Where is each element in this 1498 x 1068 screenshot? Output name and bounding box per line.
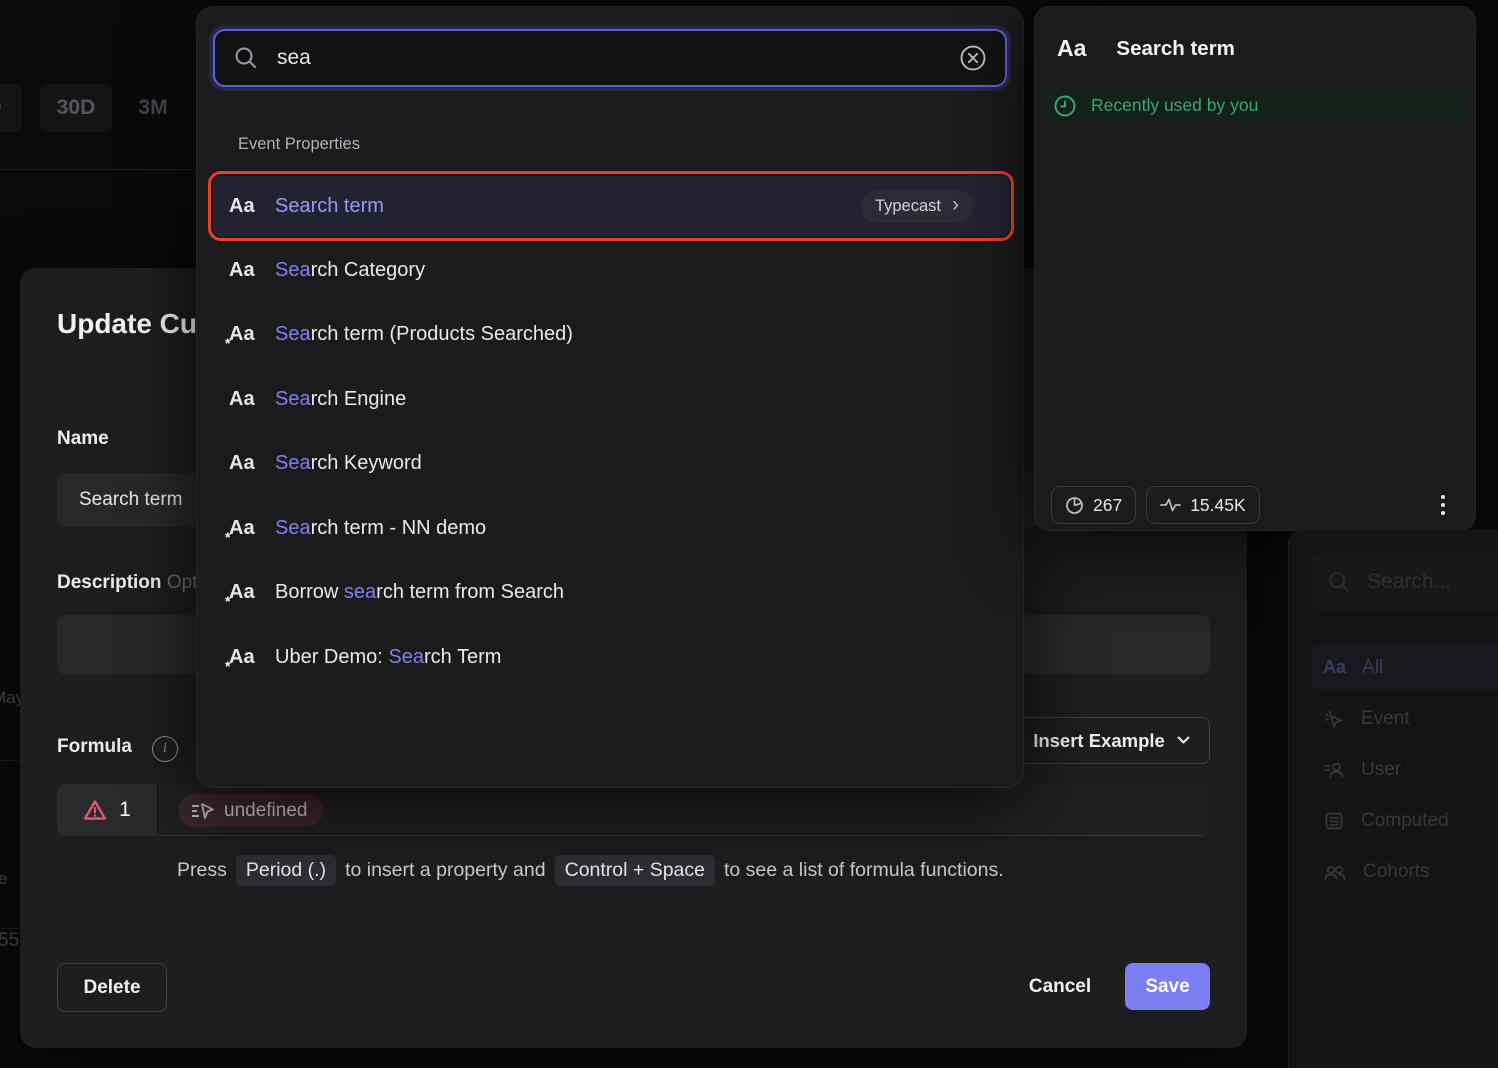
recently-used-banner: Recently used by you bbox=[1043, 88, 1467, 123]
property-row-search-term[interactable]: Aa Search term Typecast › bbox=[213, 176, 1009, 236]
property-row-search-category[interactable]: Aa Search Category bbox=[213, 238, 1009, 303]
kbd-period: Period (.) bbox=[236, 855, 336, 886]
name-label: Name bbox=[57, 428, 109, 450]
user-icon bbox=[1323, 759, 1345, 781]
time-range-partial[interactable]: D bbox=[0, 84, 22, 132]
search-icon bbox=[233, 45, 259, 71]
property-label: Search term bbox=[275, 195, 384, 218]
search-icon bbox=[1327, 570, 1351, 594]
cardinality-stat[interactable]: 267 bbox=[1051, 486, 1136, 524]
computed-icon bbox=[1323, 810, 1345, 832]
info-icon[interactable]: i bbox=[152, 736, 178, 762]
save-button[interactable]: Save bbox=[1125, 963, 1210, 1010]
property-label: Search Keyword bbox=[275, 452, 422, 475]
property-row-search-term-nn-demo[interactable]: Aa* Search term - NN demo bbox=[213, 496, 1009, 561]
property-label: Search term (Products Searched) bbox=[275, 323, 573, 346]
property-detail-panel: Aa Search term Recently used by you 267 bbox=[1034, 6, 1476, 531]
text-property-icon: Aa bbox=[229, 259, 275, 282]
event-token-icon bbox=[191, 802, 215, 820]
chevron-right-icon: › bbox=[952, 194, 959, 215]
custom-property-icon: Aa* bbox=[229, 323, 275, 346]
undefined-token-chip[interactable]: undefined bbox=[179, 794, 323, 827]
text-property-icon: Aa bbox=[1323, 657, 1346, 678]
property-search-dropdown: Event Properties Aa Search term Typecast… bbox=[196, 6, 1024, 788]
cohorts-icon bbox=[1323, 861, 1347, 883]
more-options-icon[interactable] bbox=[1433, 493, 1453, 517]
chart-value-fragment: 55 bbox=[0, 930, 19, 952]
cancel-button[interactable]: Cancel bbox=[1005, 963, 1115, 1010]
sidebar-item-all[interactable]: Aa All bbox=[1311, 645, 1498, 690]
property-row-search-keyword[interactable]: Aa Search Keyword bbox=[213, 432, 1009, 497]
time-range-3m[interactable]: 3M bbox=[128, 84, 178, 132]
formula-error-count: 1 bbox=[57, 784, 158, 836]
sidebar-item-computed[interactable]: Computed bbox=[1311, 798, 1498, 843]
gridline bbox=[0, 928, 20, 929]
text-property-icon: Aa bbox=[229, 388, 275, 411]
event-volume-stat[interactable]: 15.45K bbox=[1146, 486, 1259, 524]
divider bbox=[0, 169, 196, 170]
text-property-type-icon: Aa bbox=[1057, 35, 1086, 62]
modal-title: Update Cu bbox=[57, 308, 197, 340]
property-row-search-engine[interactable]: Aa Search Engine bbox=[213, 367, 1009, 432]
sidebar-search-box[interactable] bbox=[1311, 553, 1498, 611]
property-row-uber-demo-search-term[interactable]: Aa* Uber Demo: Search Term bbox=[213, 625, 1009, 690]
warning-icon bbox=[83, 799, 107, 821]
property-label: Borrow search term from Search bbox=[275, 581, 564, 604]
chart-label-fragment: e bbox=[0, 869, 7, 889]
property-row-borrow-search-term[interactable]: Aa* Borrow search term from Search bbox=[213, 561, 1009, 626]
sidebar-item-user[interactable]: User bbox=[1311, 747, 1498, 792]
clock-icon bbox=[1053, 94, 1077, 118]
custom-property-icon: Aa* bbox=[229, 581, 275, 604]
sidebar-item-cohorts[interactable]: Cohorts bbox=[1311, 849, 1498, 894]
pie-chart-icon bbox=[1065, 496, 1084, 515]
section-header-event-properties: Event Properties bbox=[238, 135, 360, 154]
gridline bbox=[0, 760, 20, 761]
activity-icon bbox=[1160, 497, 1181, 513]
property-label: Uber Demo: Search Term bbox=[275, 646, 501, 669]
property-label: Search Category bbox=[275, 259, 425, 282]
custom-property-icon: Aa* bbox=[229, 517, 275, 540]
property-label: Search term - NN demo bbox=[275, 517, 486, 540]
formula-input[interactable]: undefined bbox=[158, 784, 1210, 836]
property-type-sidebar: Aa All Event User bbox=[1288, 530, 1498, 1068]
typecast-badge[interactable]: Typecast › bbox=[861, 190, 973, 223]
text-property-icon: Aa bbox=[229, 195, 275, 218]
app-root: D 30D 3M May e 55 Update Cu Name Descrip… bbox=[0, 0, 1498, 1068]
time-range-30d[interactable]: 30D bbox=[40, 84, 112, 132]
clear-search-icon[interactable] bbox=[959, 44, 987, 72]
formula-label: Formula bbox=[57, 736, 132, 758]
chevron-down-icon bbox=[1177, 736, 1190, 745]
property-row-search-term-products-searched[interactable]: Aa* Search term (Products Searched) bbox=[213, 303, 1009, 368]
formula-instructions: Press Period (.) to insert a property an… bbox=[177, 855, 1004, 886]
property-label: Search Engine bbox=[275, 388, 406, 411]
property-results-list: Aa Search term Typecast › Aa Search Cate… bbox=[213, 174, 1009, 690]
text-property-icon: Aa bbox=[229, 452, 275, 475]
sidebar-item-event[interactable]: Event bbox=[1311, 696, 1498, 741]
property-detail-title: Search term bbox=[1116, 37, 1235, 61]
insert-example-button[interactable]: Insert Example bbox=[1013, 717, 1210, 764]
delete-button[interactable]: Delete bbox=[57, 963, 167, 1012]
property-search-box[interactable] bbox=[213, 29, 1007, 87]
custom-property-icon: Aa* bbox=[229, 646, 275, 669]
event-icon bbox=[1323, 708, 1345, 730]
formula-editor[interactable]: 1 undefined bbox=[57, 784, 1210, 836]
kbd-control-space: Control + Space bbox=[555, 855, 715, 886]
property-search-input[interactable] bbox=[275, 45, 959, 71]
sidebar-search-input[interactable] bbox=[1365, 569, 1479, 595]
